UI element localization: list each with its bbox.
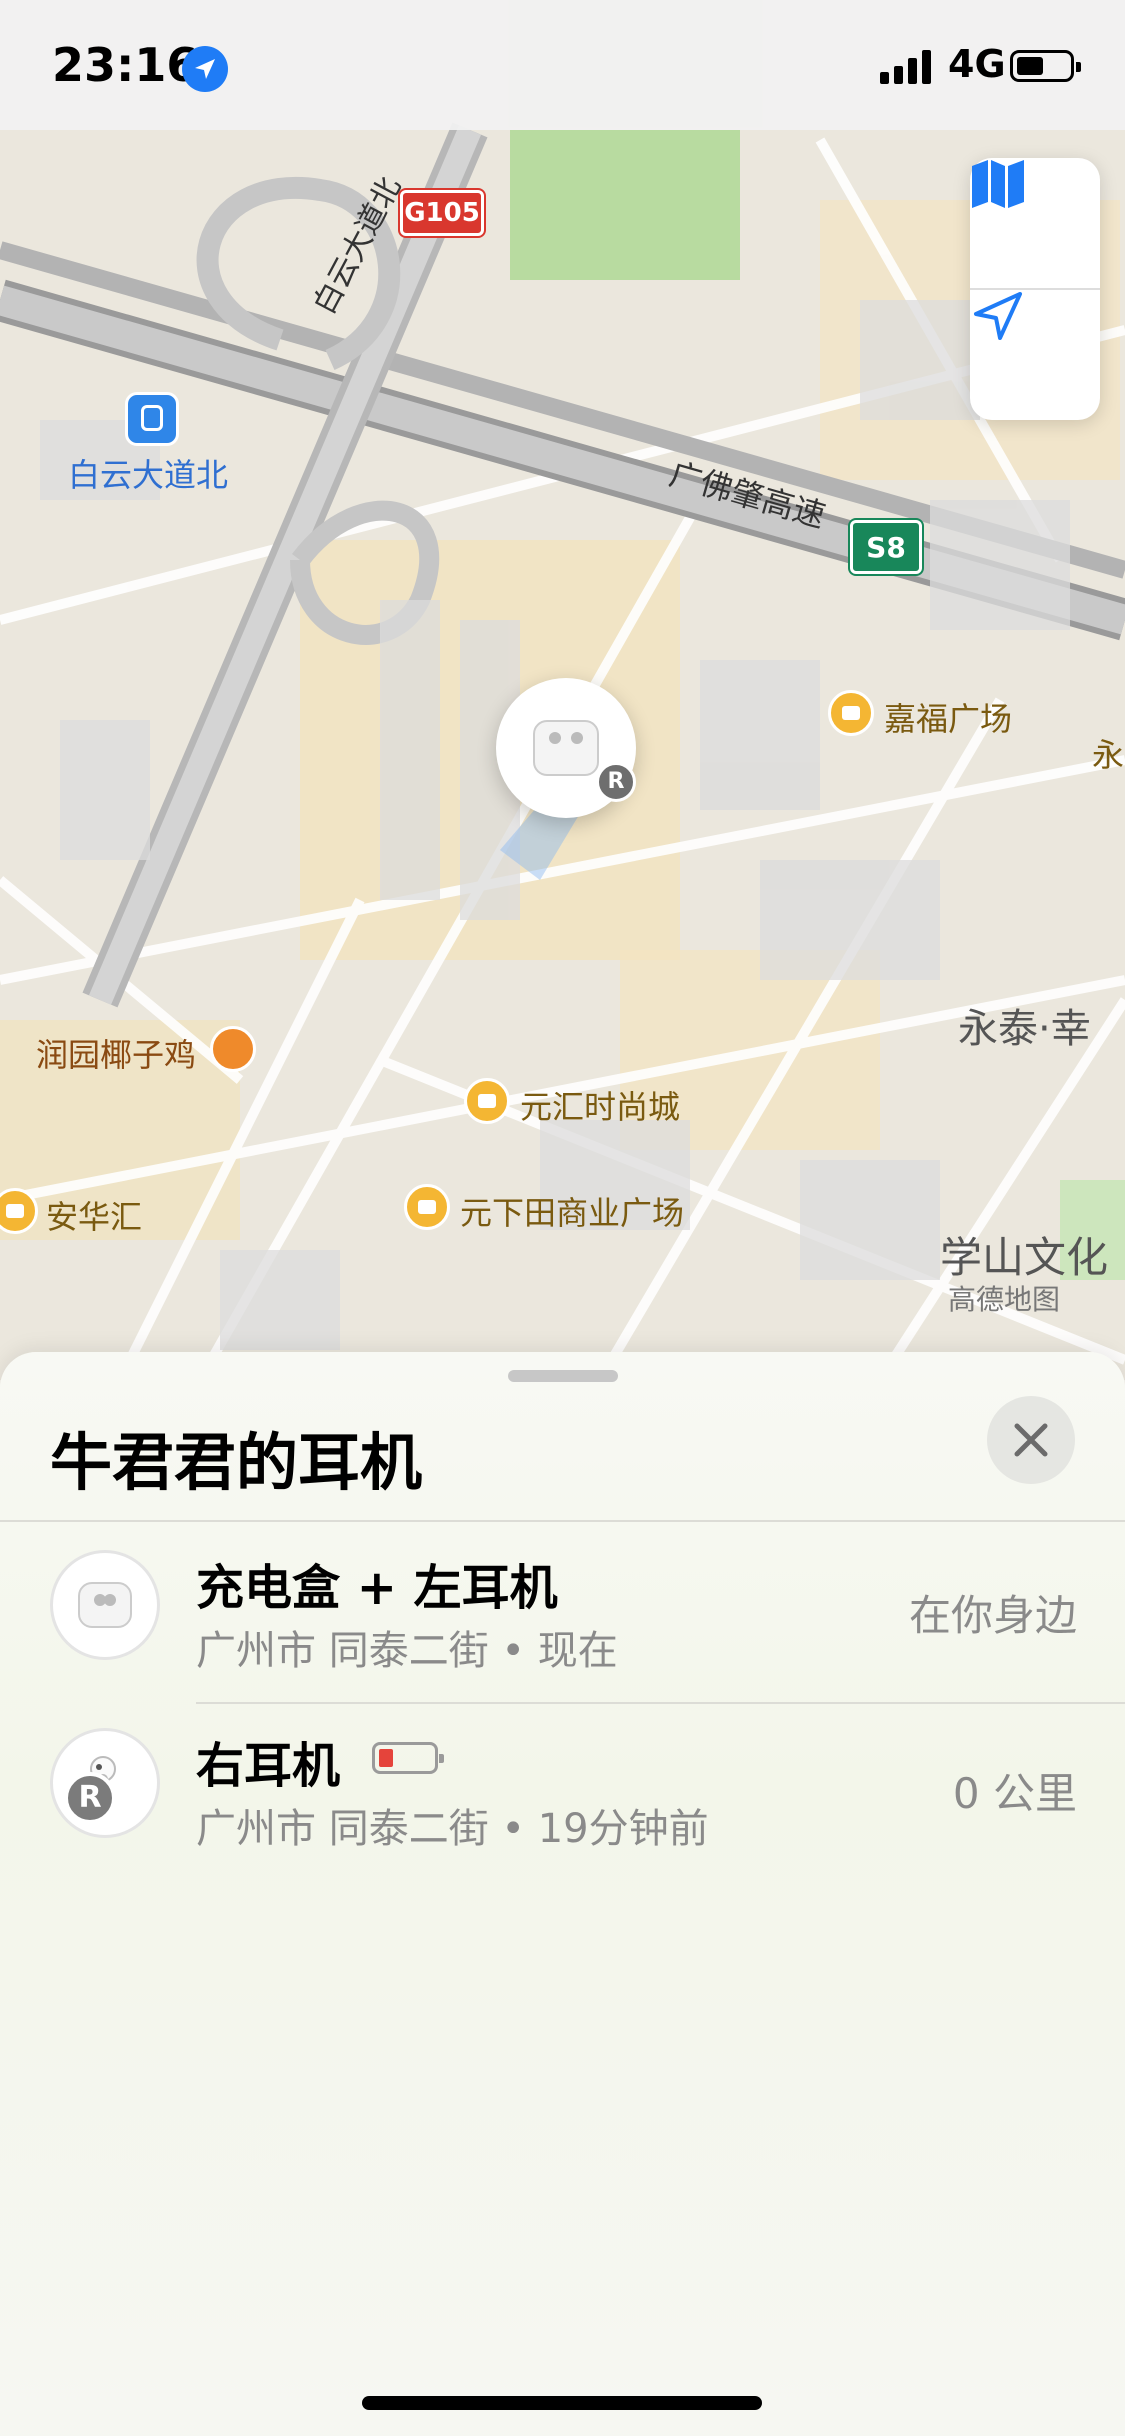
right-earbud-badge: R [64, 1772, 116, 1824]
highway-shield-g105: G105 [400, 190, 484, 236]
airpods-case-icon [533, 720, 599, 776]
shopping-poi-icon[interactable] [828, 690, 874, 736]
item-distance: 在你身边 [908, 1591, 1077, 1640]
poi-label[interactable]: 元汇时尚城 [520, 1082, 680, 1128]
divider [196, 1702, 1125, 1704]
sheet-title: 牛君君的耳机 [50, 1426, 423, 1499]
battery-icon [1010, 50, 1081, 82]
poi-label[interactable]: 安华汇 [46, 1192, 142, 1238]
metro-icon[interactable] [125, 392, 179, 446]
item-name: 充电盒 + 左耳机 [196, 1560, 558, 1616]
list-item-case-left[interactable]: 充电盒 + 左耳机 广州市 同泰二街 • 现在 在你身边 [0, 1524, 1125, 1704]
location-arrow-icon [182, 46, 228, 92]
map-attribution: 高德地图 [948, 1283, 1061, 1316]
poi-label[interactable]: 嘉福广场 [884, 694, 1012, 740]
right-earbud-badge: R [596, 762, 636, 802]
network-type: 4G [948, 42, 1006, 86]
device-detail-sheet[interactable]: 牛君君的耳机 充电盒 + 左耳机 广州市 同泰二街 • 现在 在你身边 R 右耳… [0, 1352, 1125, 2436]
item-distance: 0 公里 [952, 1769, 1077, 1818]
airpods-case-icon [50, 1550, 160, 1660]
sheet-grabber[interactable] [508, 1370, 618, 1382]
restaurant-poi-icon[interactable] [210, 1026, 256, 1072]
cellular-signal-icon [880, 48, 931, 84]
list-item-right-earbud[interactable]: R 右耳机 广州市 同泰二街 • 19分钟前 0 公里 [0, 1702, 1125, 1882]
home-indicator[interactable] [362, 2396, 762, 2410]
status-bar: 23:16 4G [0, 0, 1125, 130]
highway-shield-s8: S8 [850, 520, 922, 574]
shopping-poi-icon[interactable] [404, 1184, 450, 1230]
poi-label[interactable]: 永 [1092, 730, 1124, 776]
locate-me-button[interactable] [970, 290, 1100, 420]
metro-station-label[interactable]: 白云大道北 [68, 450, 228, 496]
map-controls [970, 158, 1100, 420]
divider [0, 1520, 1125, 1522]
close-icon [1014, 1423, 1048, 1457]
area-label: 永泰·幸 [958, 1006, 1091, 1052]
poi-label[interactable]: 元下田商业广场 [460, 1188, 684, 1234]
map-mode-button[interactable] [970, 158, 1100, 288]
location-arrow-icon [974, 292, 1022, 340]
map-view[interactable]: 白云大道北 广佛肇高速 G105 S8 白云大道北 嘉福广场 永 润园椰子鸡 元… [0, 0, 1125, 1380]
low-battery-icon [372, 1742, 444, 1774]
area-label: 学山文化 [940, 1233, 1109, 1282]
item-name: 右耳机 [196, 1738, 341, 1794]
close-button[interactable] [987, 1396, 1075, 1484]
item-location: 广州市 同泰二街 • 19分钟前 [196, 1806, 709, 1852]
shopping-poi-icon[interactable] [464, 1078, 510, 1124]
item-location: 广州市 同泰二街 • 现在 [196, 1628, 618, 1674]
map-mode-icon [972, 160, 1024, 208]
status-time: 23:16 [52, 38, 199, 92]
poi-label[interactable]: 润园椰子鸡 [36, 1030, 196, 1076]
